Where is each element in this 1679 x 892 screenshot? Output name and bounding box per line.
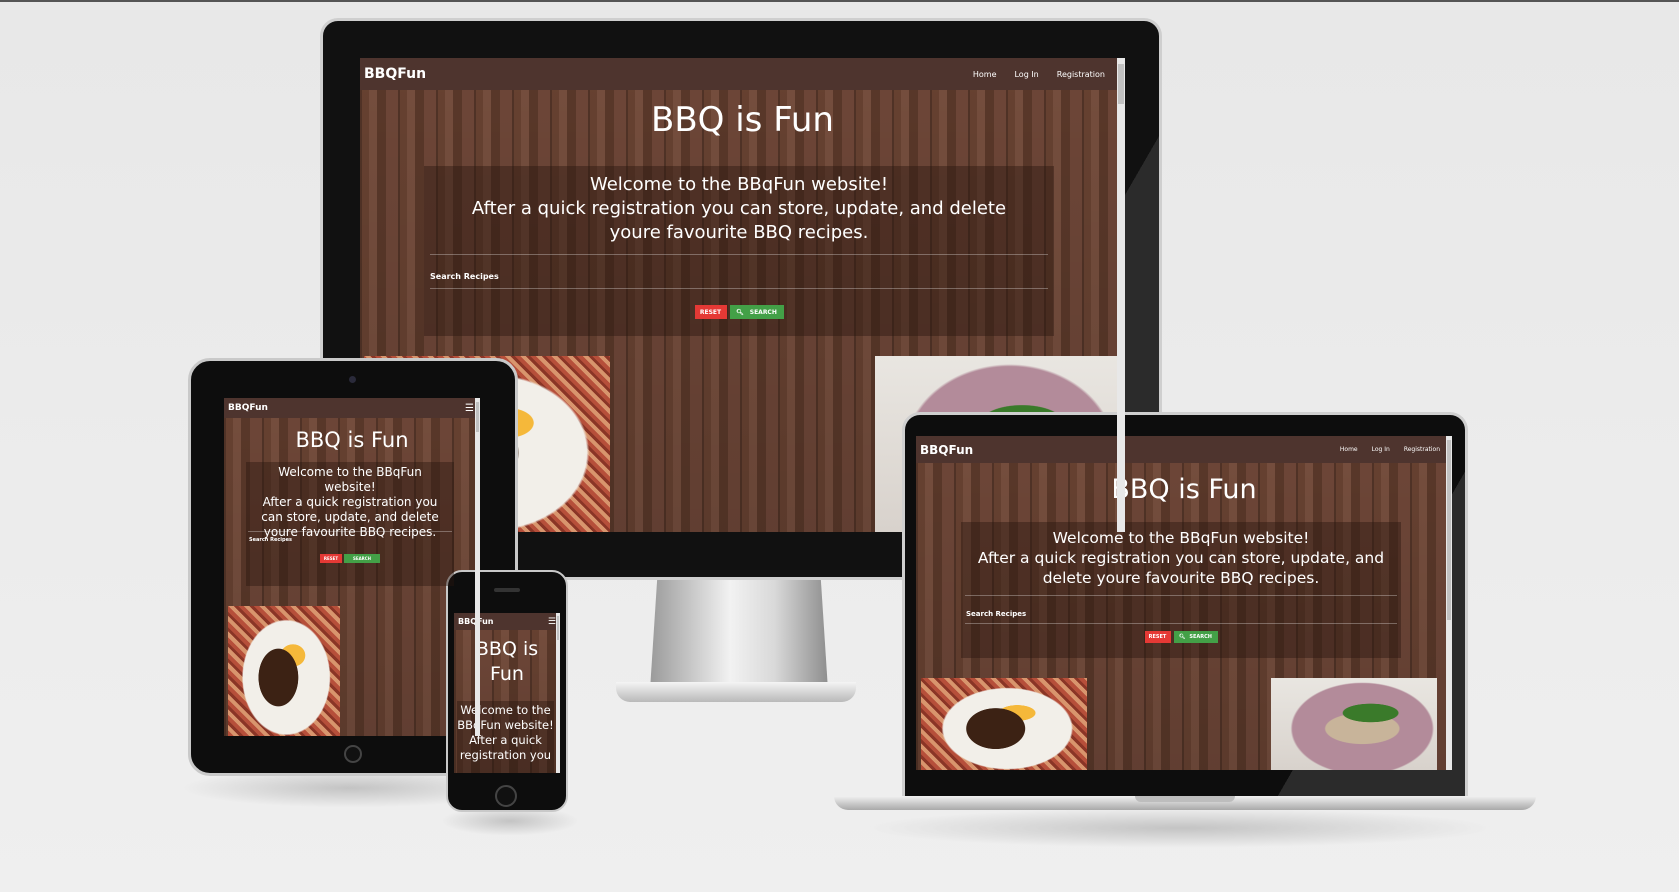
laptop-notch [1135,796,1235,802]
tablet-search-button[interactable]: SEARCH [344,554,380,563]
phone-welcome-panel: Welcome to the BBqFun website! After a q… [457,701,554,773]
tablet-brand-logo[interactable]: BBQFun [228,403,268,413]
search-field-underline[interactable] [430,288,1048,289]
monitor-base [616,682,856,702]
welcome-line-2: After a quick registration you can store… [471,198,1007,243]
phone-hero-line-1: BBQ is [475,638,539,660]
laptop-nav-home-link[interactable]: Home [1340,446,1358,453]
panel-divider [430,254,1048,255]
phone-hero-line-2: Fun [490,663,524,685]
tablet-navbar: BBQFun ☰ [224,398,480,418]
tablet-panel-divider [248,531,452,532]
phone-speaker [494,588,520,592]
tablet-welcome-line-1: Welcome to the BBqFun website! [278,465,422,494]
laptop-search-underline[interactable] [965,623,1397,624]
tablet-recipe-image-1[interactable] [228,606,340,736]
laptop-welcome-panel: Welcome to the BBqFun website! After a q… [961,522,1401,658]
laptop-reset-button[interactable]: RESET [1144,631,1171,643]
phone-welcome-line-2: BBqFun website! [457,718,554,732]
laptop-navbar: BBQFun Home Log In Registration [916,436,1452,463]
laptop: BBQFun Home Log In Registration BBQ is F… [834,412,1536,817]
tablet-reset-button[interactable]: RESET [320,554,342,563]
tablet-search-label[interactable]: Search Recipes [249,537,292,543]
phone: BBQFun ☰ BBQ is Fun Welcome to the BBqFu… [446,570,568,812]
phone-navbar: BBQFun ☰ [454,613,560,630]
tablet-welcome-panel: Welcome to the BBqFun website! After a q… [246,462,454,586]
laptop-recipe-image-1[interactable] [921,678,1087,770]
tablet-hero-title: BBQ is Fun [295,428,409,452]
top-border [0,0,1679,2]
mockup-stage: BBQFun Home Log In Registration BBQ is F… [0,0,1679,892]
monitor-stand [650,580,828,690]
laptop-brand-logo[interactable]: BBQFun [920,443,973,457]
tablet-website: BBQFun ☰ BBQ is Fun Welcome to the BBqFu… [224,398,480,736]
laptop-website: BBQFun Home Log In Registration BBQ is F… [916,436,1452,770]
hero-title: BBQ is Fun [651,100,834,140]
phone-scrollbar[interactable] [556,613,560,773]
phone-hero-title: BBQ is Fun [454,637,560,687]
laptop-hero-title: BBQ is Fun [1111,474,1257,505]
tablet-welcome-line-2: After a quick registration you can store… [261,495,439,539]
laptop-recipe-image-3[interactable] [1271,678,1437,770]
phone-welcome-line-1: Welcome to the [460,703,551,717]
laptop-nav-login-link[interactable]: Log In [1372,446,1390,453]
search-icon: 🔍︎ [736,308,744,316]
laptop-recipe-image-2[interactable] [1096,678,1262,770]
laptop-welcome-line-1: Welcome to the BBqFun website! [1052,529,1310,547]
tablet-camera [349,376,356,383]
nav-registration-link[interactable]: Registration [1057,70,1105,79]
hamburger-icon[interactable]: ☰ [465,403,474,414]
desktop-navbar: BBQFun Home Log In Registration [360,58,1125,90]
desktop-scrollbar[interactable] [1117,58,1125,532]
phone-home-button[interactable] [495,785,517,807]
tablet-scrollbar[interactable] [475,398,480,736]
laptop-scrollbar[interactable] [1446,436,1452,770]
reset-button[interactable]: RESET [694,305,727,319]
nav-home-link[interactable]: Home [973,70,997,79]
nav-login-link[interactable]: Log In [1014,70,1038,79]
search-recipes-label[interactable]: Search Recipes [430,272,499,281]
welcome-line-1: Welcome to the BBqFun website! [589,174,889,195]
laptop-search-icon: 🔍︎ [1179,634,1186,640]
phone-welcome-line-3: After a quick [469,733,542,747]
laptop-panel-divider [965,595,1397,596]
recipe-card-image-2[interactable] [620,356,865,532]
phone-welcome-line-4: registration you [459,748,552,762]
laptop-welcome-line-2: After a quick registration you can store… [977,549,1385,587]
laptop-search-label[interactable]: Search Recipes [966,610,1026,618]
phone-hamburger-icon[interactable]: ☰ [548,617,556,627]
tablet-home-button[interactable] [344,745,362,763]
laptop-search-button[interactable]: 🔍︎ SEARCH [1173,631,1218,643]
laptop-nav-registration-link[interactable]: Registration [1404,446,1440,453]
phone-website: BBQFun ☰ BBQ is Fun Welcome to the BBqFu… [454,613,560,773]
brand-logo[interactable]: BBQFun [364,66,426,82]
search-button[interactable]: 🔍︎ SEARCH [729,305,784,319]
welcome-panel: Welcome to the BBqFun website! After a q… [424,166,1054,336]
